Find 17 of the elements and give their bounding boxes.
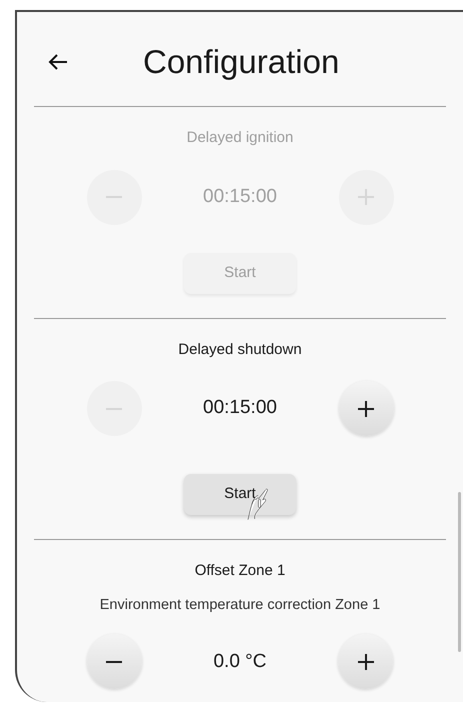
section-description: Environment temperature correction Zone 1	[100, 596, 380, 614]
plus-icon	[357, 188, 375, 206]
plus-button[interactable]	[338, 634, 394, 690]
stepper-value: 0.0 °C	[213, 650, 266, 674]
back-arrow-icon	[48, 53, 68, 71]
stepper-value: 00:15:00	[203, 184, 277, 209]
minus-button[interactable]	[86, 634, 142, 690]
start-button[interactable]: Start	[184, 474, 296, 515]
page-title: Configuration	[143, 42, 340, 82]
section-title: Offset Zone 1	[194, 561, 286, 581]
plus-icon	[356, 652, 375, 671]
stepper-value: 00:15:00	[203, 396, 277, 420]
plus-icon	[357, 400, 375, 418]
section-title: Delayed ignition	[186, 128, 294, 148]
plus-button[interactable]	[338, 381, 394, 436]
section-title: Delayed shutdown	[178, 340, 302, 360]
minus-icon	[105, 660, 123, 663]
